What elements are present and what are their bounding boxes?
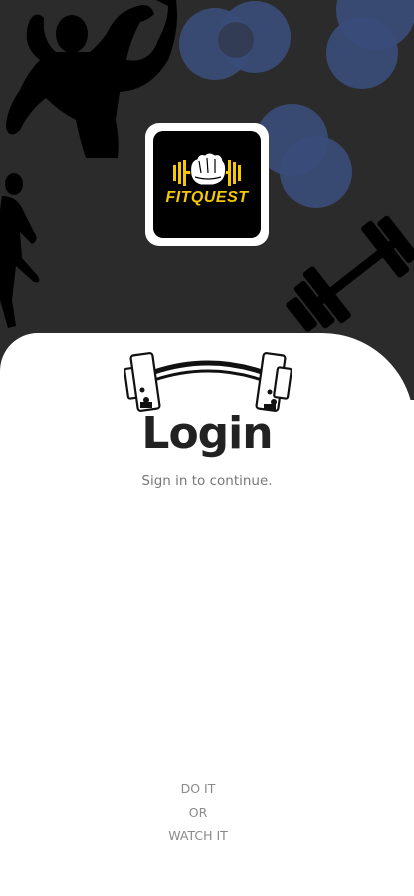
page-subtitle: Sign in to continue. [141, 473, 273, 489]
app-logo: FITQUEST [145, 123, 269, 246]
motto-line-3: WATCH IT [168, 828, 228, 843]
logo-badge: FITQUEST [153, 131, 261, 238]
brand-name: FITQUEST [165, 189, 249, 206]
motto-line-2: OR [188, 804, 208, 820]
page-title: Login [141, 408, 273, 459]
fist-barbell-logo-icon [173, 152, 241, 186]
motto-line-1: DO IT [180, 781, 216, 796]
dumbbell-silhouette [286, 215, 414, 332]
footer-motto: DO IT OR WATCH IT [148, 777, 248, 848]
runner-silhouette [0, 173, 40, 328]
barbell-icon [124, 352, 292, 412]
